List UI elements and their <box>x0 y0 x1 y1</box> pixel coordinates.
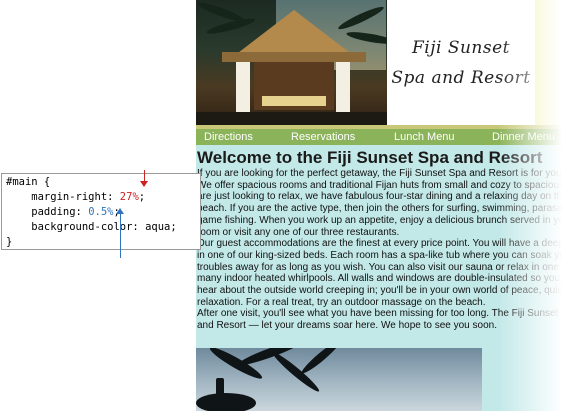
code-margin-line: margin-right: 27%; <box>6 190 200 205</box>
padding-arrow <box>120 212 121 258</box>
header-accent-strip <box>535 0 568 125</box>
css-code-callout: #main { margin-right: 27%; padding: 0.5%… <box>1 173 201 250</box>
margin-arrow-head <box>140 181 148 187</box>
nav-link-lunch-menu[interactable]: Lunch Menu <box>394 131 455 143</box>
nav-bar: Directions Reservations Lunch Menu Dinne… <box>196 129 568 145</box>
welcome-paragraph: If you are looking for the perfect getaw… <box>197 168 568 332</box>
nav-link-reservations[interactable]: Reservations <box>291 131 355 143</box>
code-padding-line: padding: 0.5%; <box>6 205 200 220</box>
code-margin-end: ; <box>138 191 146 203</box>
code-padding-value: 0.5% <box>88 206 114 218</box>
code-margin-value: 27% <box>119 191 139 203</box>
nav-link-dinner-menu[interactable]: Dinner Menu <box>492 131 555 143</box>
site-title-line1: Fiji Sunset <box>411 37 510 58</box>
main-content: Welcome to the Fiji Sunset Spa and Resor… <box>196 145 568 411</box>
header-gazebo-image <box>196 0 387 125</box>
code-close-brace: } <box>6 236 13 248</box>
code-background-line: background-color: aqua; <box>6 221 177 233</box>
code-selector-line: #main { <box>6 176 51 188</box>
code-margin-prop: margin-right: <box>6 191 120 203</box>
sunset-palm-photo <box>196 348 482 411</box>
code-padding-prop: padding: <box>6 206 89 218</box>
nav-link-directions[interactable]: Directions <box>204 131 253 143</box>
page-heading: Welcome to the Fiji Sunset Spa and Resor… <box>197 148 543 167</box>
site-title-line2: Spa and Resort <box>391 67 531 88</box>
site-title-box: Fiji Sunset Spa and Resort <box>387 0 535 125</box>
padding-arrow-head <box>116 208 124 214</box>
